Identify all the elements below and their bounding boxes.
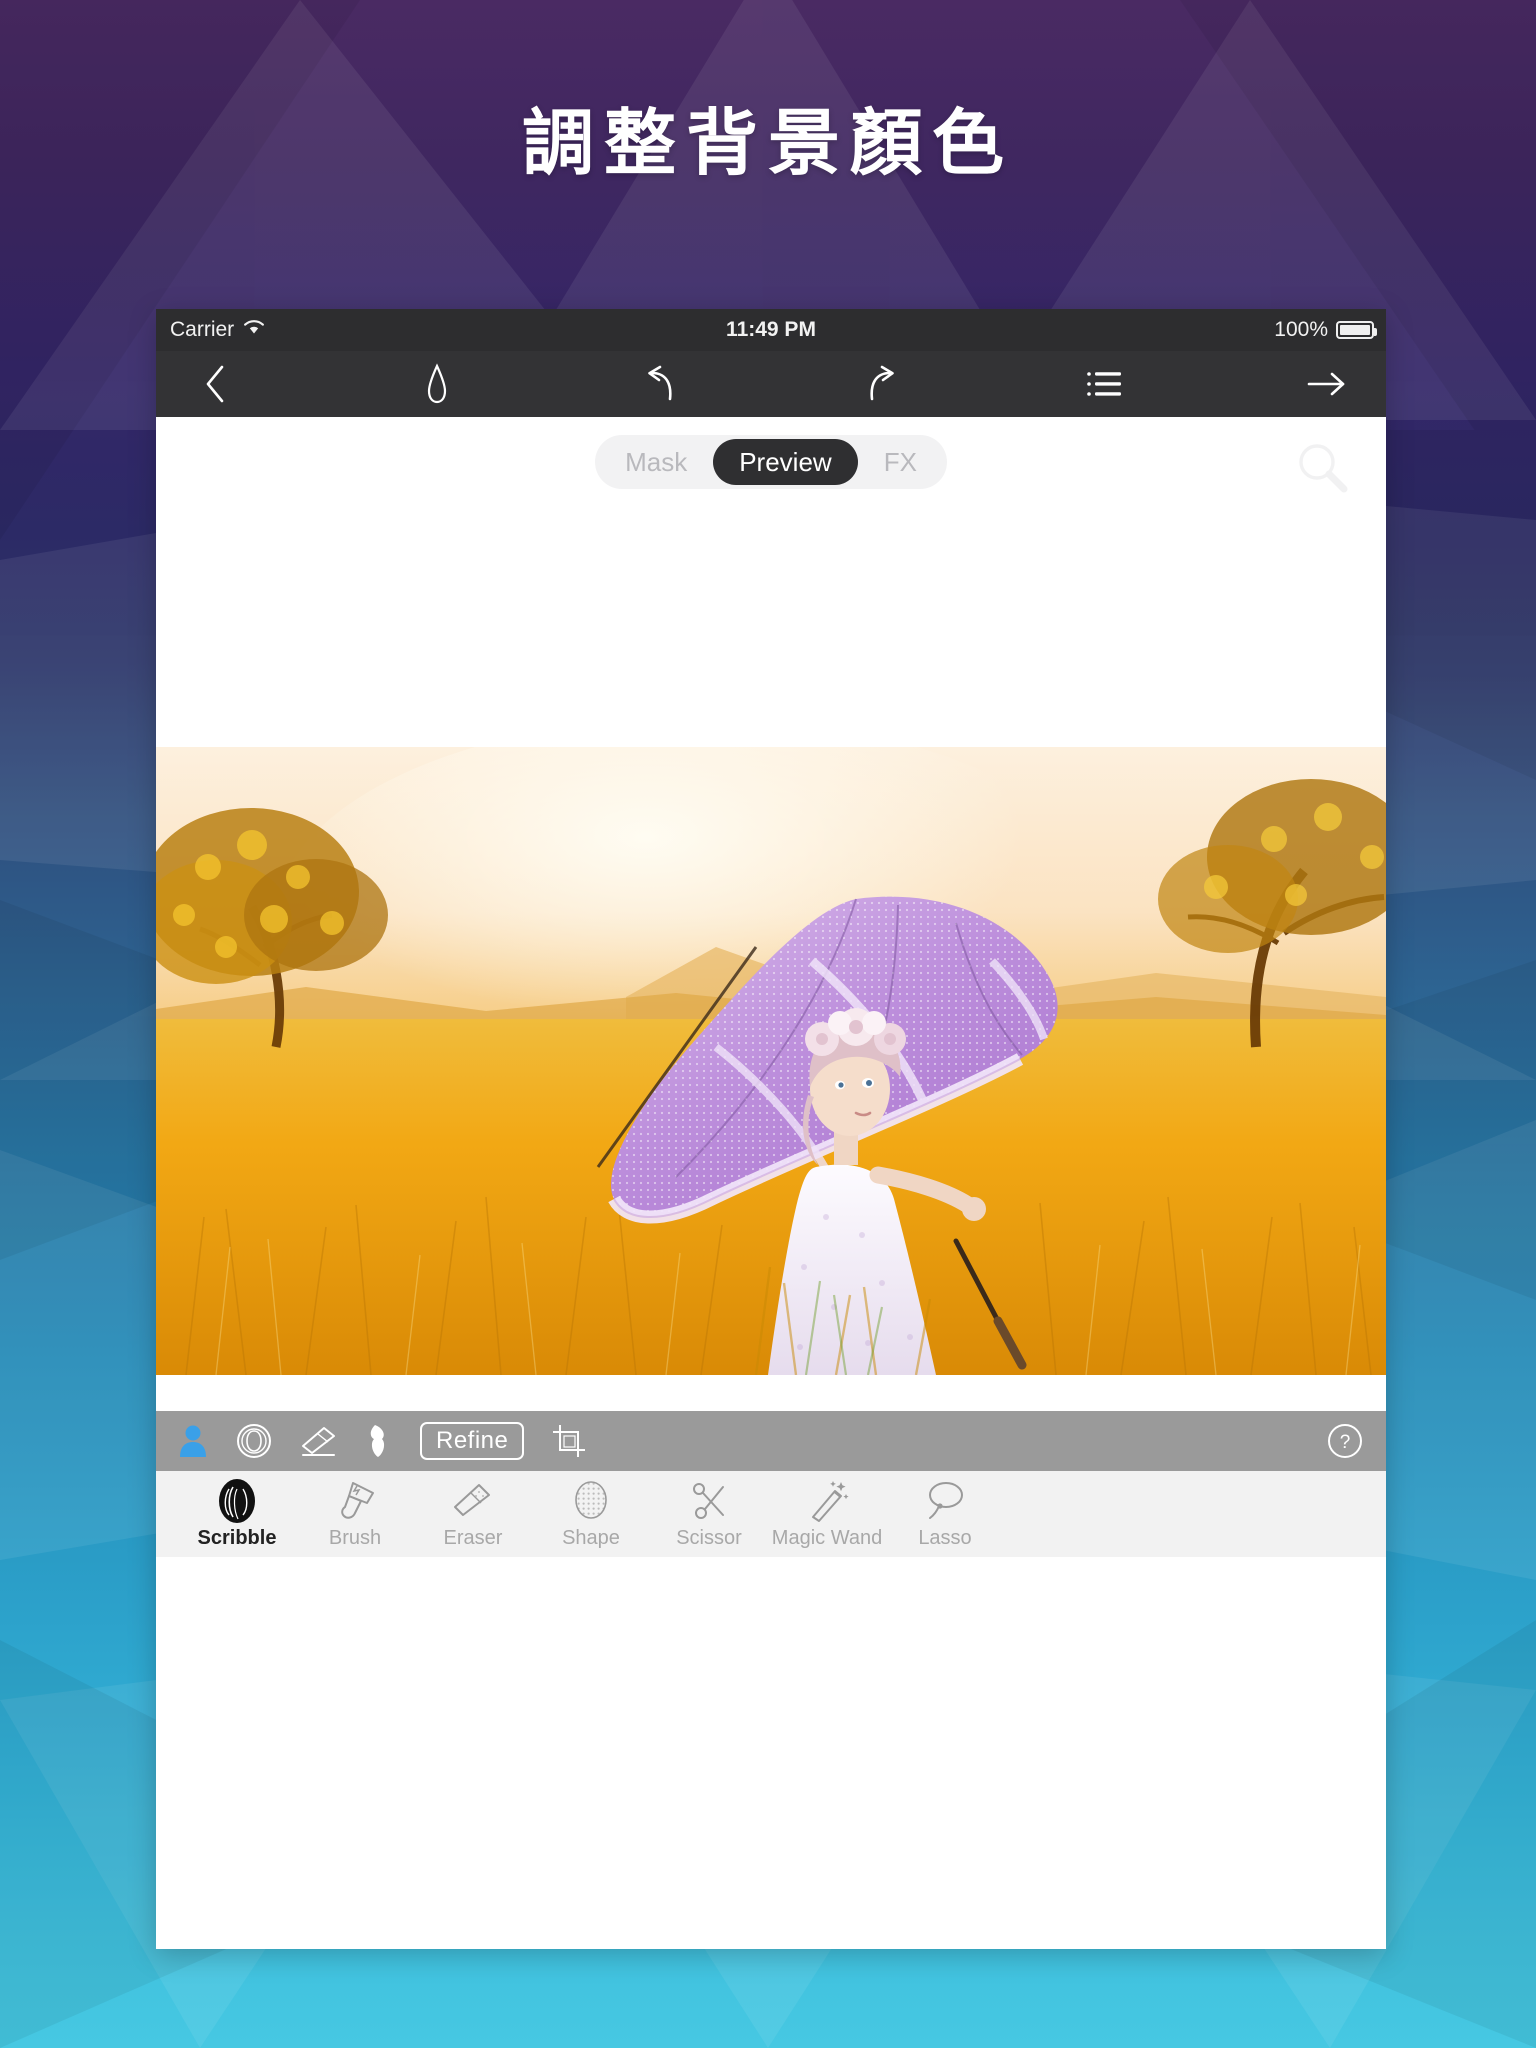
- tool-tab-shape[interactable]: Shape: [532, 1471, 650, 1550]
- tool-tab-label: Lasso: [918, 1527, 972, 1549]
- device-frame: Carrier 11:49 PM 100% Mask Preview FX Re…: [156, 309, 1386, 1949]
- page-title: 調整背景顏色: [521, 101, 1014, 185]
- tool-tab-scissor[interactable]: Scissor: [650, 1471, 768, 1550]
- tool-tab-magic-wand[interactable]: Magic Wand: [768, 1471, 886, 1550]
- tool-tab-label: Shape: [562, 1527, 620, 1549]
- tool-tab-lasso[interactable]: Lasso: [886, 1471, 1004, 1550]
- droplet-icon[interactable]: [406, 353, 468, 415]
- tool-tab-label: Eraser: [443, 1527, 503, 1549]
- undo-icon[interactable]: [629, 353, 691, 415]
- magic-wand-icon: [812, 1481, 849, 1522]
- tool-tab-eraser[interactable]: Eraser: [414, 1471, 532, 1550]
- status-bar: Carrier 11:49 PM 100%: [156, 309, 1386, 351]
- segment-bar: Mask Preview FX: [156, 417, 1386, 507]
- svg-text:?: ?: [1340, 1432, 1351, 1453]
- tool-tab-label: Brush: [328, 1527, 382, 1549]
- tab-fx[interactable]: FX: [858, 439, 943, 485]
- edited-photo[interactable]: [156, 747, 1386, 1375]
- status-bar-right: 100%: [1274, 318, 1377, 342]
- scribble-icon: [219, 1479, 255, 1523]
- tool-tab-scribble[interactable]: Scribble: [178, 1471, 296, 1550]
- tool-tab-label: Magic Wand: [771, 1527, 883, 1549]
- magnifier-icon[interactable]: [1294, 439, 1350, 500]
- hair-brush-icon[interactable]: [366, 1423, 392, 1459]
- brush-icon: [341, 1482, 374, 1519]
- refine-button[interactable]: Refine: [420, 1422, 525, 1460]
- eraser-icon[interactable]: [300, 1424, 338, 1458]
- list-menu-icon[interactable]: [1074, 353, 1136, 415]
- tool-tab-label: Scribble: [197, 1527, 277, 1549]
- forward-arrow-icon[interactable]: [1296, 353, 1358, 415]
- scissor-icon: [693, 1483, 724, 1519]
- editor-canvas[interactable]: Refine ? Scribble Brush Eraser Shape Sci…: [156, 507, 1386, 1557]
- back-chevron-icon[interactable]: [184, 353, 246, 415]
- tool-tab-label: Scissor: [676, 1527, 742, 1549]
- editor-nav-toolbar: [156, 351, 1386, 417]
- mode-segmented-control: Mask Preview FX: [595, 435, 947, 489]
- question-circle-icon[interactable]: ?: [1326, 1422, 1364, 1460]
- redo-icon[interactable]: [851, 353, 913, 415]
- tool-tab-bar: Scribble Brush Eraser Shape Scissor Magi…: [156, 1471, 1386, 1557]
- crop-icon[interactable]: [552, 1424, 586, 1458]
- secondary-toolbar: Refine ?: [156, 1411, 1386, 1471]
- lasso-icon: [929, 1482, 963, 1519]
- eraser-icon: [454, 1484, 490, 1516]
- tab-preview[interactable]: Preview: [713, 439, 858, 485]
- shape-icon: [575, 1481, 607, 1519]
- tool-tab-brush[interactable]: Brush: [296, 1471, 414, 1550]
- battery-percent-label: 100%: [1274, 318, 1328, 341]
- portrait-person-icon[interactable]: [178, 1424, 208, 1458]
- battery-full-icon: [1336, 321, 1377, 339]
- face-circle-icon[interactable]: [236, 1423, 272, 1459]
- clock-label: 11:49 PM: [726, 318, 816, 341]
- tab-mask[interactable]: Mask: [599, 439, 713, 485]
